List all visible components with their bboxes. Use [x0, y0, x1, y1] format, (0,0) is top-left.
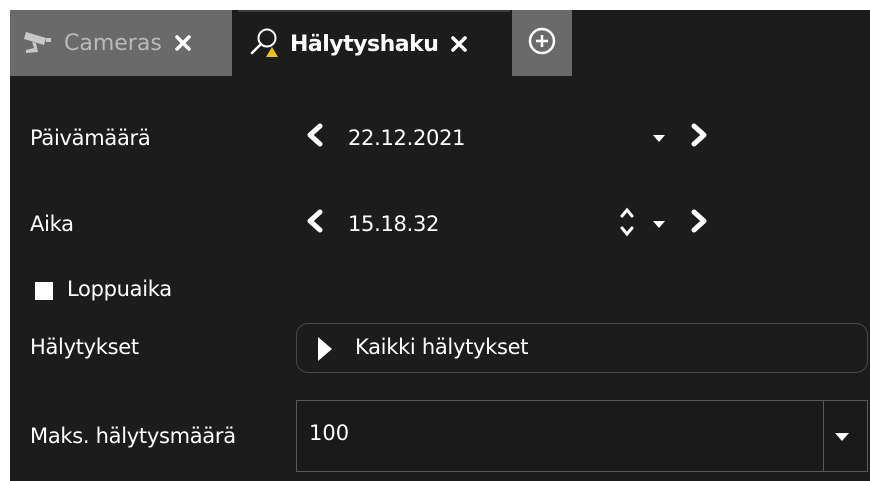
chevron-left-icon: [305, 123, 325, 151]
time-spinner[interactable]: [614, 206, 640, 242]
tab-cameras-label: Cameras: [64, 30, 162, 56]
date-next-button[interactable]: [686, 122, 712, 152]
close-icon[interactable]: [174, 34, 192, 52]
caret-down-icon: [651, 214, 667, 233]
max-alarms-label: Maks. hälytysmäärä: [30, 424, 236, 448]
search-alarm-icon: [248, 26, 282, 62]
spinner-updown-icon: [619, 205, 635, 243]
date-label: Päivämäärä: [30, 126, 151, 150]
alarms-selector[interactable]: Kaikki hälytykset: [296, 323, 868, 373]
alarm-search-panel: Cameras Hälytyshaku Päivämäärä 22.12.202…: [10, 10, 870, 481]
time-value[interactable]: 15.18.32: [348, 212, 439, 236]
tab-bar: Cameras Hälytyshaku: [10, 10, 870, 76]
alarms-value: Kaikki hälytykset: [355, 335, 529, 359]
triangle-right-icon[interactable]: [315, 336, 335, 366]
date-value[interactable]: 22.12.2021: [348, 126, 466, 150]
time-prev-button[interactable]: [302, 208, 328, 238]
tab-alarm-search[interactable]: Hälytyshaku: [238, 10, 510, 76]
caret-down-icon[interactable]: [833, 428, 851, 447]
end-time-label[interactable]: Loppuaika: [67, 277, 172, 301]
combobox-divider: [823, 401, 824, 471]
end-time-checkbox[interactable]: [35, 282, 53, 300]
time-next-button[interactable]: [686, 208, 712, 238]
date-dropdown-button[interactable]: [646, 122, 672, 152]
plus-circle-icon: [527, 26, 557, 60]
chevron-right-icon: [689, 209, 709, 237]
security-camera-icon: [22, 28, 56, 58]
time-label: Aika: [30, 212, 74, 236]
tab-cameras[interactable]: Cameras: [10, 10, 232, 76]
caret-down-icon: [651, 128, 667, 147]
max-alarms-combobox[interactable]: 100: [296, 400, 868, 472]
chevron-left-icon: [305, 209, 325, 237]
chevron-right-icon: [689, 123, 709, 151]
add-tab-button[interactable]: [512, 10, 572, 76]
close-icon[interactable]: [450, 35, 468, 53]
time-dropdown-button[interactable]: [646, 208, 672, 238]
date-prev-button[interactable]: [302, 122, 328, 152]
alarms-label: Hälytykset: [30, 335, 139, 359]
tab-alarm-search-label: Hälytyshaku: [290, 31, 439, 57]
max-alarms-value[interactable]: 100: [309, 421, 349, 445]
